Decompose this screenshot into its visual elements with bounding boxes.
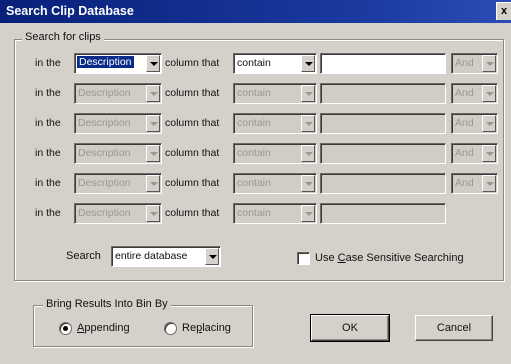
operator-select[interactable]: contain — [233, 203, 317, 224]
chevron-down-icon[interactable] — [146, 115, 160, 132]
replacing-rest: lacing — [202, 322, 231, 334]
column-that-label: column that — [165, 57, 220, 69]
operator-select-value: contain — [237, 117, 271, 129]
chevron-down-icon[interactable] — [146, 175, 160, 192]
chevron-down-icon[interactable] — [301, 115, 315, 132]
cancel-button-label: Cancel — [436, 322, 472, 334]
column-select[interactable]: Description — [74, 113, 162, 134]
case-sensitive-checkbox[interactable] — [297, 252, 310, 265]
column-select[interactable]: Description — [74, 203, 162, 224]
title-bar[interactable]: Search Clip Database x — [0, 0, 511, 23]
replacing-label[interactable]: Replacing — [182, 322, 231, 334]
close-icon: x — [500, 5, 508, 17]
scope-label: Search — [66, 250, 101, 262]
column-select[interactable]: Description — [74, 143, 162, 164]
ok-button-label: OK — [342, 322, 358, 334]
column-select-value: Description — [78, 87, 131, 99]
search-group-legend: Search for clips — [22, 31, 104, 43]
conjunction-select-value: And — [455, 117, 474, 129]
in-the-label: in the — [35, 207, 61, 219]
chevron-down-icon[interactable] — [146, 205, 160, 222]
chevron-down-icon[interactable] — [301, 85, 315, 102]
replacing-radio[interactable] — [164, 322, 177, 335]
conjunction-select[interactable]: And — [451, 143, 498, 164]
case-label-pre: Use — [315, 252, 338, 264]
column-select[interactable]: Description — [74, 53, 162, 74]
case-label-post: ase Sensitive Searching — [345, 252, 464, 264]
column-select-value: Description — [78, 117, 131, 129]
operator-select-value: contain — [237, 87, 271, 99]
conjunction-select[interactable]: And — [451, 113, 498, 134]
column-that-label: column that — [165, 87, 220, 99]
column-select[interactable]: Description — [74, 83, 162, 104]
operator-select[interactable]: contain — [233, 53, 317, 74]
operator-select-value: contain — [237, 147, 271, 159]
bin-group-legend: Bring Results Into Bin By — [43, 298, 171, 310]
chevron-down-icon[interactable] — [482, 145, 496, 162]
operator-select-value: contain — [237, 207, 271, 219]
close-button[interactable]: x — [496, 2, 511, 20]
scope-select-value: entire database — [115, 250, 188, 262]
search-term-input[interactable] — [320, 143, 446, 164]
conjunction-select-value: And — [455, 57, 474, 69]
operator-select[interactable]: contain — [233, 143, 317, 164]
chevron-down-icon[interactable] — [301, 145, 315, 162]
conjunction-select-value: And — [455, 177, 474, 189]
conjunction-select[interactable]: And — [451, 53, 498, 74]
column-select-value: Description — [77, 56, 134, 68]
conjunction-select[interactable]: And — [451, 173, 498, 194]
search-term-input[interactable] — [320, 173, 446, 194]
case-label-accel: C — [337, 252, 346, 264]
appending-rest: ppending — [84, 322, 130, 334]
ok-button[interactable]: OK — [310, 314, 390, 342]
column-select-value: Description — [78, 207, 131, 219]
chevron-down-icon[interactable] — [301, 55, 315, 72]
column-select[interactable]: Description — [74, 173, 162, 194]
column-select-value: Description — [78, 177, 131, 189]
column-that-label: column that — [165, 207, 220, 219]
chevron-down-icon[interactable] — [146, 85, 160, 102]
conjunction-select[interactable]: And — [451, 83, 498, 104]
cancel-button[interactable]: Cancel — [415, 315, 493, 341]
dialog-title: Search Clip Database — [6, 4, 134, 18]
operator-select[interactable]: contain — [233, 83, 317, 104]
appending-radio[interactable] — [59, 322, 72, 335]
chevron-down-icon[interactable] — [482, 85, 496, 102]
chevron-down-icon[interactable] — [146, 55, 160, 72]
in-the-label: in the — [35, 87, 61, 99]
search-term-input[interactable] — [320, 83, 446, 104]
in-the-label: in the — [35, 177, 61, 189]
column-that-label: column that — [165, 147, 220, 159]
operator-select-value: contain — [237, 57, 271, 69]
search-term-input[interactable] — [320, 113, 446, 134]
operator-select-value: contain — [237, 177, 271, 189]
in-the-label: in the — [35, 57, 61, 69]
chevron-down-icon[interactable] — [301, 205, 315, 222]
operator-select[interactable]: contain — [233, 113, 317, 134]
column-that-label: column that — [165, 177, 220, 189]
conjunction-select-value: And — [455, 87, 474, 99]
column-that-label: column that — [165, 117, 220, 129]
appending-label[interactable]: Appending — [77, 322, 130, 334]
case-sensitive-label[interactable]: Use Case Sensitive Searching — [315, 252, 464, 264]
scope-select[interactable]: entire database — [111, 246, 221, 267]
chevron-down-icon[interactable] — [205, 248, 219, 265]
operator-select[interactable]: contain — [233, 173, 317, 194]
chevron-down-icon[interactable] — [482, 115, 496, 132]
chevron-down-icon[interactable] — [301, 175, 315, 192]
in-the-label: in the — [35, 147, 61, 159]
search-term-input[interactable] — [320, 53, 446, 74]
conjunction-select-value: And — [455, 147, 474, 159]
chevron-down-icon[interactable] — [482, 175, 496, 192]
search-clip-dialog: Search Clip Database x Search for clips … — [0, 0, 511, 364]
chevron-down-icon[interactable] — [482, 55, 496, 72]
search-term-input[interactable] — [320, 203, 446, 224]
in-the-label: in the — [35, 117, 61, 129]
chevron-down-icon[interactable] — [146, 145, 160, 162]
column-select-value: Description — [78, 147, 131, 159]
replacing-pre: Re — [182, 322, 197, 334]
